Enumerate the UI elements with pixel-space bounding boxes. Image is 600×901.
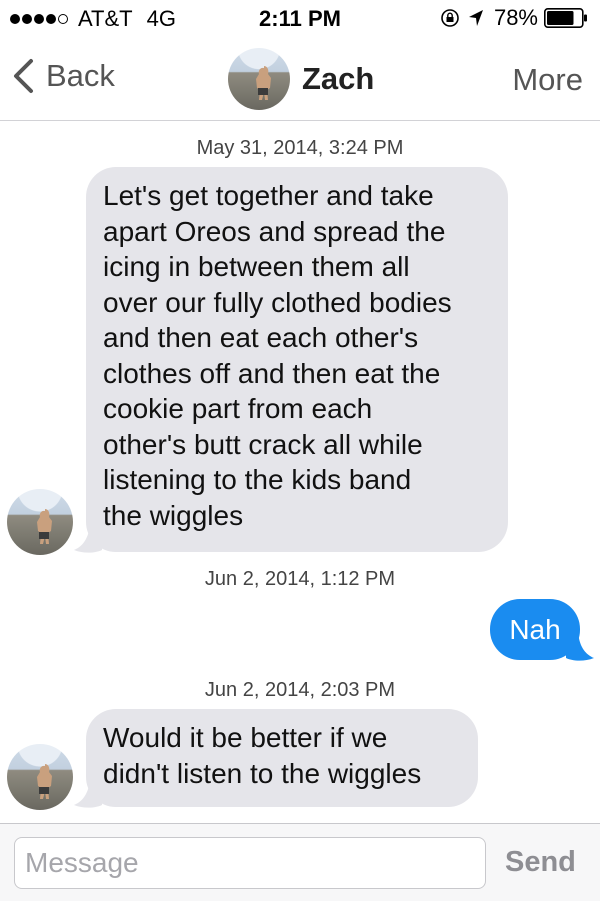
battery-percentage: 78% xyxy=(493,5,538,30)
more-button[interactable]: More xyxy=(512,62,583,98)
message-line: and then eat each other's xyxy=(103,322,419,353)
sender-avatar[interactable] xyxy=(7,744,73,810)
contact-avatar[interactable] xyxy=(228,48,290,110)
message-line: didn't listen to the wiggles xyxy=(103,757,422,789)
back-button[interactable]: Back xyxy=(12,58,115,94)
rotation-lock-icon xyxy=(441,9,459,27)
back-label: Back xyxy=(46,58,115,93)
message-composer: Send xyxy=(0,823,600,901)
message-line: listening to the kids band xyxy=(103,464,412,495)
location-arrow-icon xyxy=(468,10,483,26)
bubble-tail xyxy=(74,775,102,808)
back-chevron-icon xyxy=(14,59,33,93)
message-line: other's butt crack all while xyxy=(103,428,423,460)
message-line: the wiggles xyxy=(103,499,244,531)
sender-avatar[interactable] xyxy=(7,489,73,555)
bubble-tail xyxy=(566,628,594,661)
message-line: icing in between them all xyxy=(103,251,410,282)
bubble-tail xyxy=(74,520,102,553)
message-line: clothes off and then eat the xyxy=(103,357,441,389)
message-input[interactable] xyxy=(14,837,486,889)
message-line: Let's get together and take xyxy=(103,180,434,211)
timestamp: Jun 2, 2014, 1:12 PM xyxy=(204,568,396,590)
status-bar: AT&T 4G 2:11 PM 78% xyxy=(0,0,600,40)
contact-name: Zach xyxy=(302,61,375,96)
message-line: cookie part from each xyxy=(103,393,373,424)
message-line: over our fully clothed bodies xyxy=(103,286,452,318)
message-line: apart Oreos and spread the xyxy=(103,215,446,247)
navigation-bar: Back Zach More xyxy=(0,40,600,121)
send-button[interactable]: Send xyxy=(505,846,576,879)
incoming-message-bubble[interactable]: Let's get together and take apart Oreos … xyxy=(86,167,508,552)
message-line: Would it be better if we xyxy=(103,722,388,753)
contact-header[interactable]: Zach xyxy=(228,48,374,110)
incoming-message-bubble[interactable]: Would it be better if we didn't listen t… xyxy=(86,709,478,807)
timestamp: Jun 2, 2014, 2:03 PM xyxy=(204,679,396,701)
battery-icon xyxy=(544,8,587,28)
timestamp: May 31, 2014, 3:24 PM xyxy=(196,137,404,159)
